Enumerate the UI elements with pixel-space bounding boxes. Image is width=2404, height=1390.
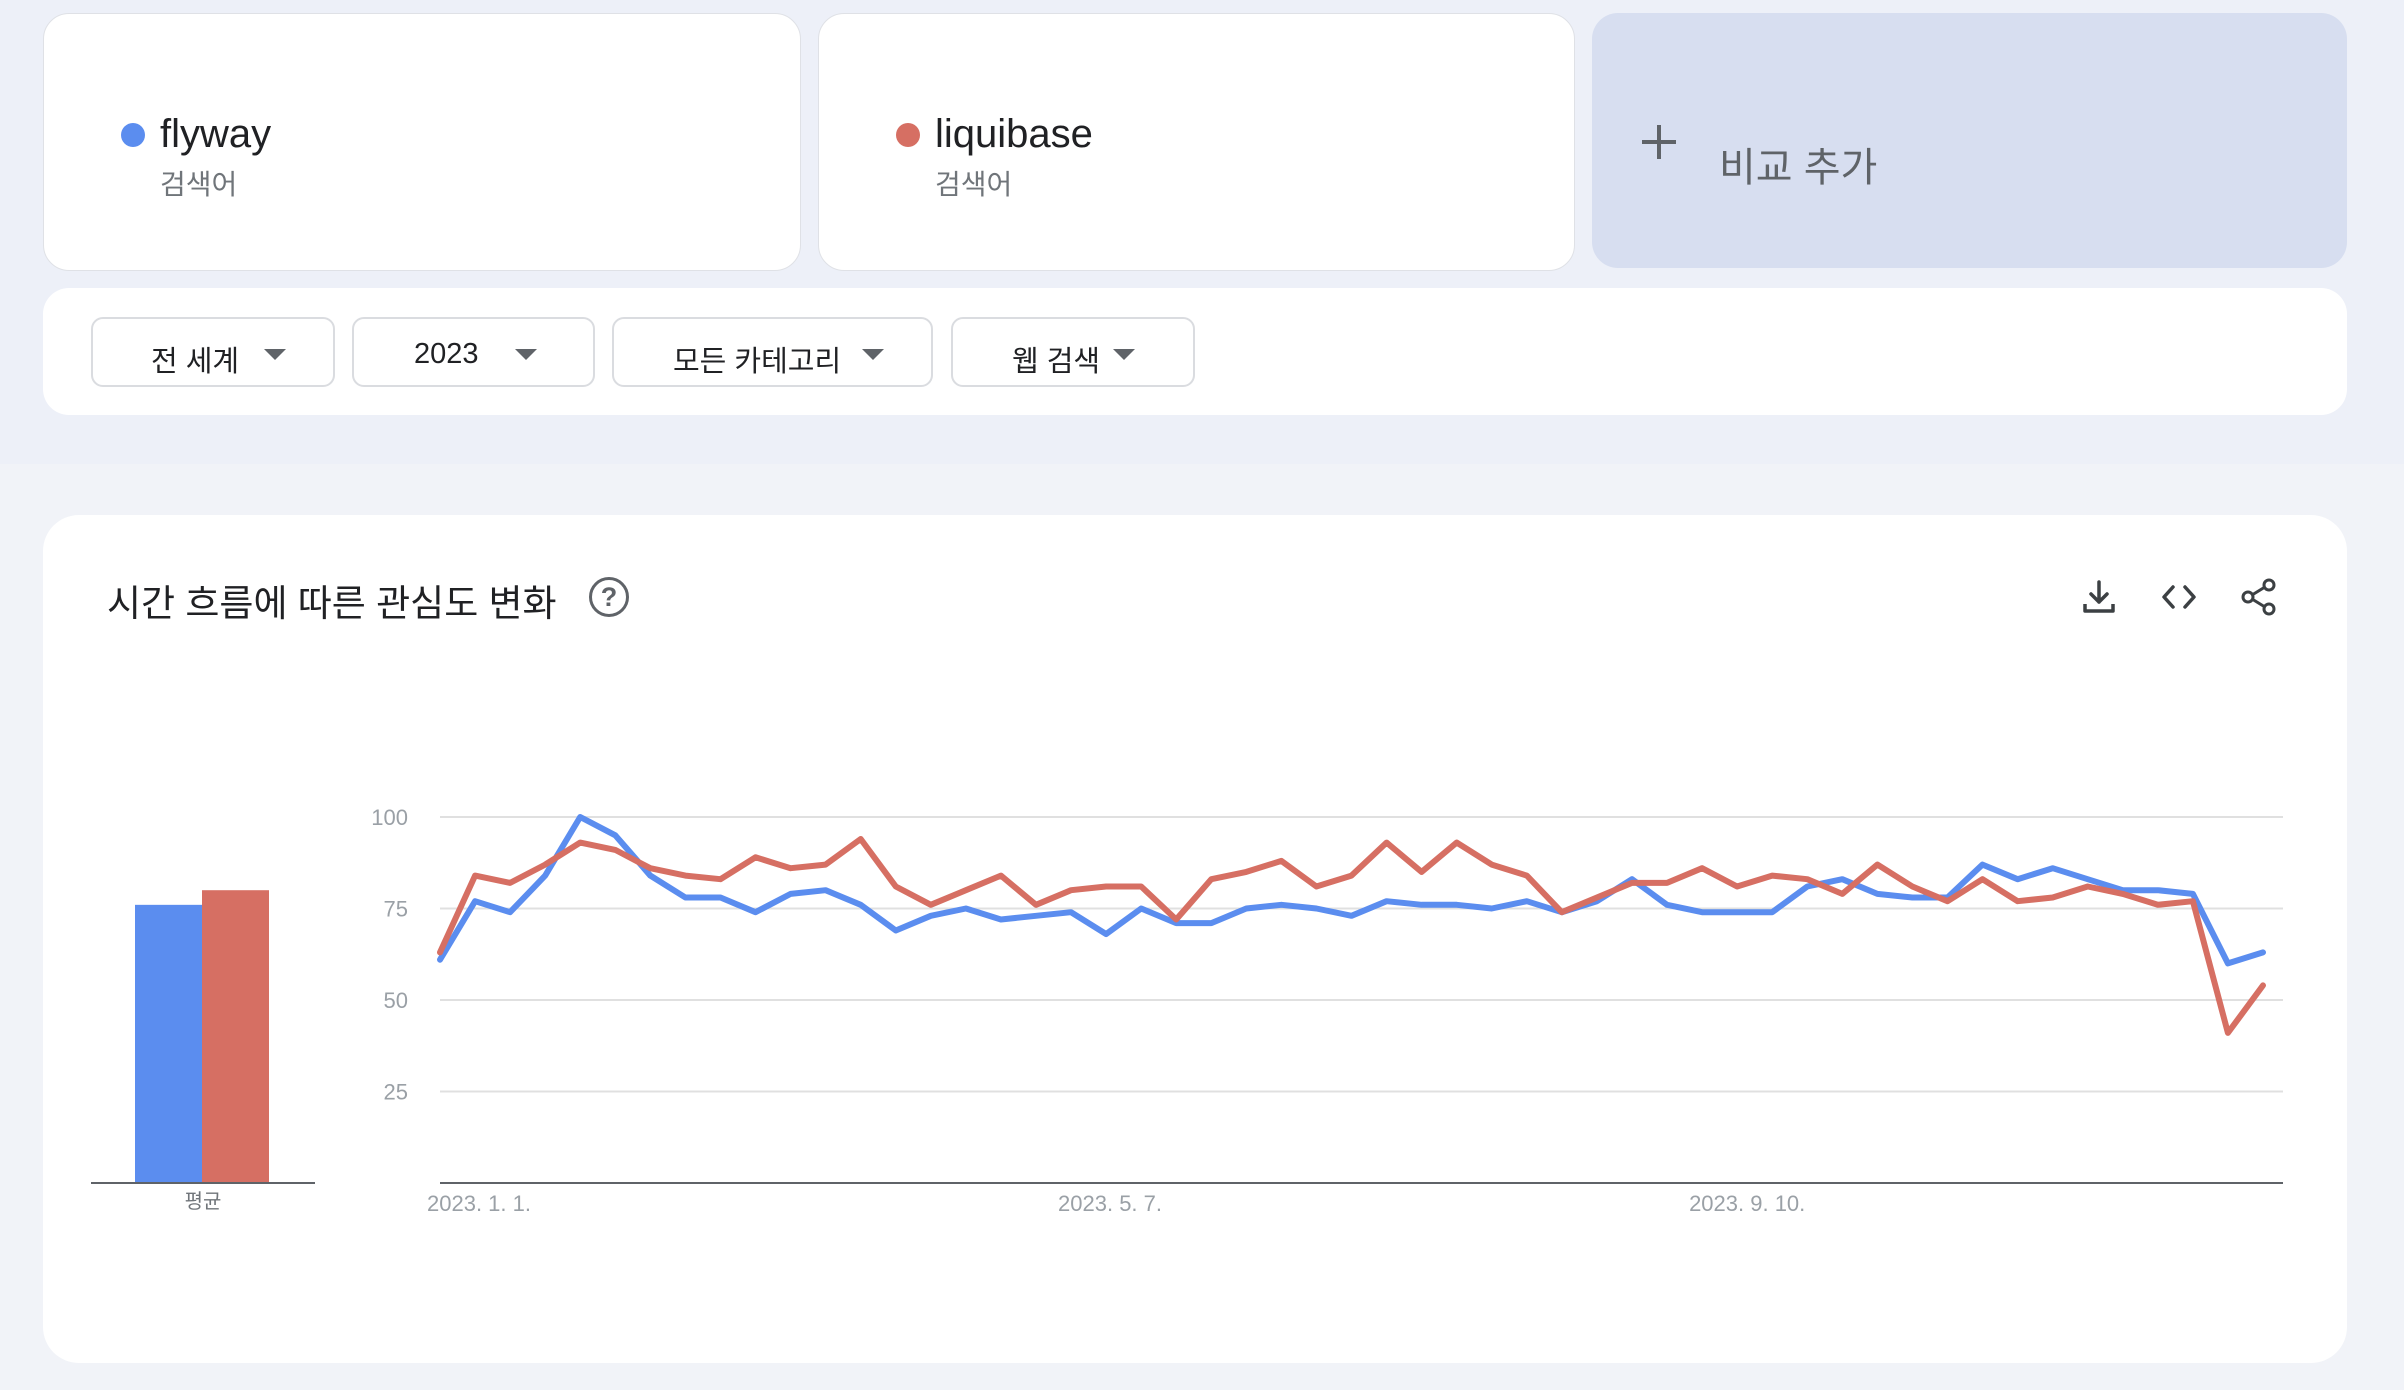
chart-gridlines: 25 50 75 100 (371, 805, 2283, 1184)
caret-down-icon (264, 349, 286, 360)
y-tick-label: 100 (371, 805, 408, 830)
series-line-flyway (437, 814, 2266, 967)
series-color-dot (896, 123, 920, 147)
y-tick-label: 50 (384, 988, 408, 1013)
term-card-liquibase[interactable]: liquibase 검색어 (818, 13, 1575, 271)
period-dropdown[interactable]: 2023 (352, 317, 595, 387)
term-type-label: 검색어 (160, 169, 238, 200)
period-dropdown-label: 2023 (414, 338, 479, 370)
region-dropdown[interactable]: 전 세계 (91, 317, 335, 387)
term-type-label: 검색어 (935, 169, 1013, 200)
caret-down-icon (1113, 349, 1135, 360)
x-axis-labels: 2023. 1. 1. 2023. 5. 7. 2023. 9. 10. (427, 1191, 1805, 1216)
caret-down-icon (515, 349, 537, 360)
region-dropdown-label: 전 세계 (151, 346, 240, 378)
average-label: 평균 (185, 1190, 222, 1213)
y-tick-label: 75 (384, 897, 408, 922)
series-color-dot (121, 123, 145, 147)
plus-icon (1642, 125, 1676, 159)
category-dropdown[interactable]: 모든 카테고리 (612, 317, 933, 387)
term-name[interactable]: liquibase (935, 112, 1093, 157)
add-compare-label: 비교 추가 (1719, 146, 1878, 190)
add-compare-button[interactable]: 비교 추가 (1592, 13, 2347, 268)
term-name[interactable]: flyway (160, 112, 271, 157)
interest-over-time-card: 시간 흐름에 따른 관심도 변화 ? 평균 25 50 75 100 2023. 1.… (43, 515, 2347, 1363)
y-tick-label: 25 (384, 1080, 408, 1105)
filter-bar: 전 세계 2023 모든 카테고리 웹 검색 (43, 288, 2347, 415)
interest-chart: 평균 255075100 2023. 1. 1. 2023. 5. 7. 2023.… (91, 805, 2283, 1216)
average-bar-flyway (135, 904, 202, 1183)
x-tick-label: 2023. 1. 1. (427, 1191, 531, 1216)
average-bar-liquibase (202, 890, 269, 1183)
x-tick-label: 2023. 9. 10. (1689, 1191, 1805, 1216)
category-dropdown-label: 모든 카테고리 (673, 346, 842, 378)
search-type-dropdown[interactable]: 웹 검색 (951, 317, 1195, 387)
x-tick-label: 2023. 5. 7. (1058, 1191, 1162, 1216)
search-type-dropdown-label: 웹 검색 (1012, 346, 1101, 378)
average-bar-chart: 평균 (91, 890, 315, 1213)
caret-down-icon (862, 349, 884, 360)
term-card-flyway[interactable]: flyway 검색어 (43, 13, 801, 271)
